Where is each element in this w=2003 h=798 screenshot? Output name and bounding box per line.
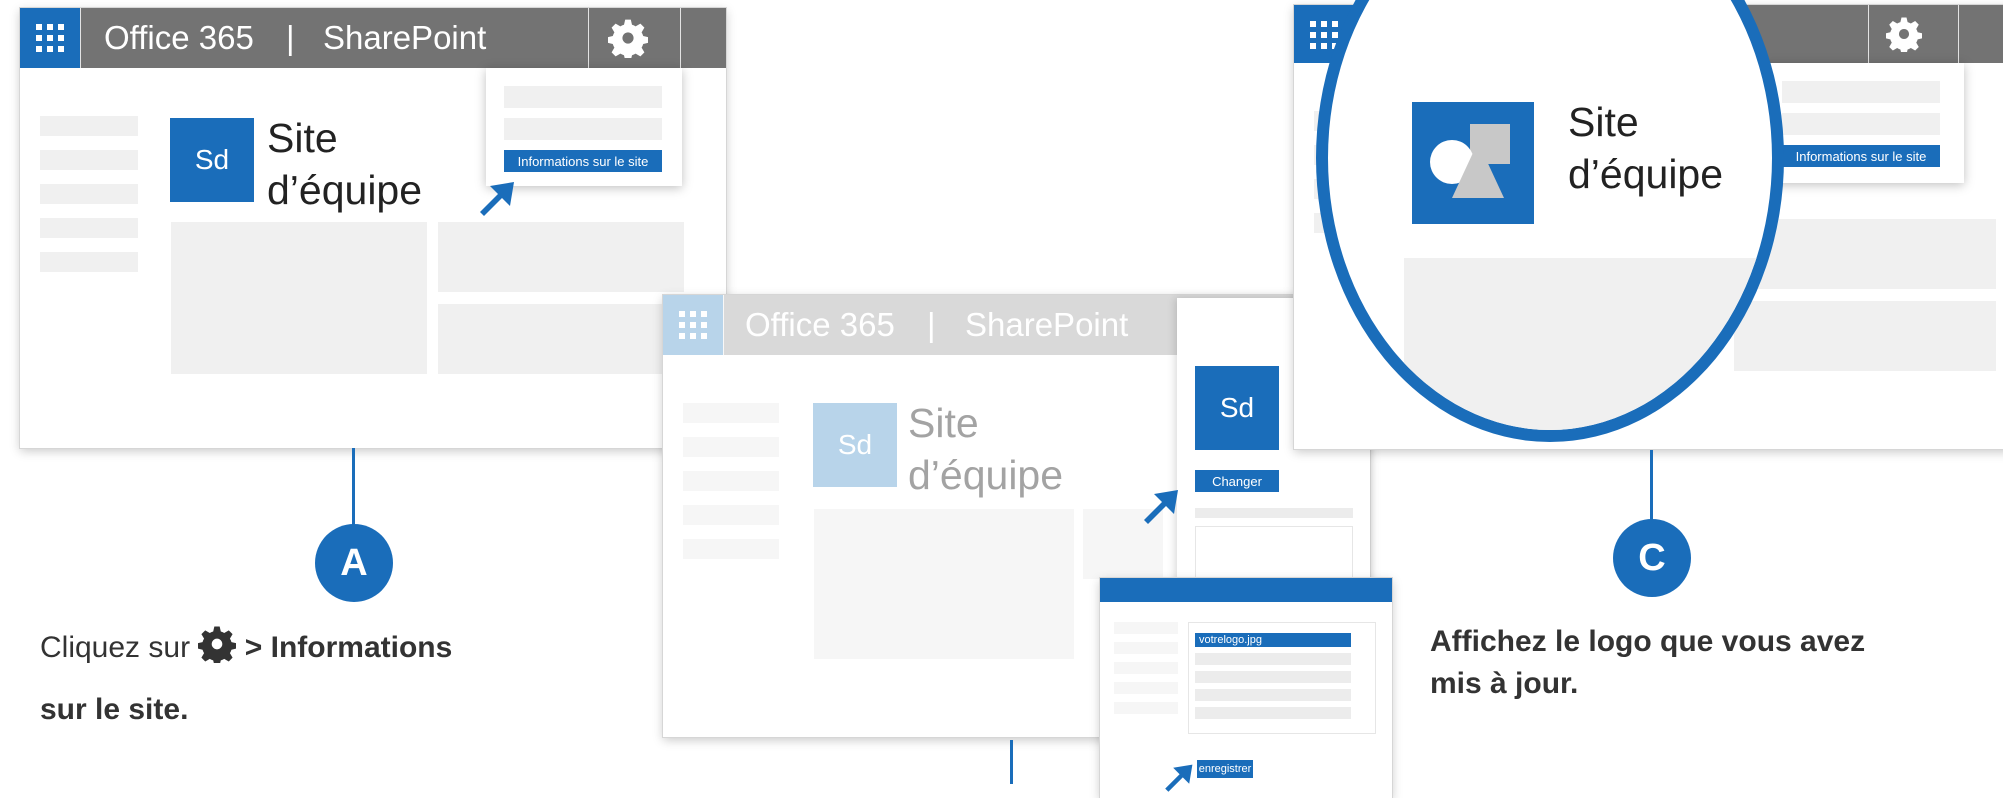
- menu-item-placeholder[interactable]: [1782, 113, 1940, 135]
- sharepoint-label[interactable]: SharePoint: [323, 8, 486, 68]
- nav-placeholder: [683, 539, 779, 559]
- dialog-header: [1100, 578, 1392, 602]
- gear-icon: [198, 623, 236, 661]
- site-logo: Sd: [170, 118, 254, 202]
- site-name: Site d’équipe: [1568, 99, 1724, 197]
- step-a-instruction: Cliquez sur > Informations sur le site.: [40, 617, 660, 741]
- sharepoint-window-a: Office 365 | SharePoint Sd Site d’équipe…: [20, 8, 726, 448]
- file-list-item[interactable]: [1195, 707, 1351, 719]
- settings-dropdown-menu: Informations sur le site: [1764, 63, 1964, 183]
- dialog-nav-placeholder: [1114, 682, 1178, 694]
- nav-placeholder: [40, 150, 138, 170]
- content-placeholder: [438, 222, 684, 292]
- step-c-instruction: Affichez le logo que vous avez mis à jou…: [1430, 625, 1866, 700]
- file-list: votrelogo.jpg: [1188, 622, 1376, 734]
- connector-line-b: [1010, 740, 1013, 784]
- settings-dropdown-menu: Informations sur le site: [486, 68, 682, 186]
- gear-icon[interactable]: [608, 18, 648, 58]
- nav-placeholder: [683, 437, 779, 457]
- header-separator: |: [927, 306, 936, 343]
- nav-placeholder: [40, 218, 138, 238]
- file-list-item[interactable]: [1195, 671, 1351, 683]
- menu-item-placeholder[interactable]: [504, 118, 662, 140]
- nav-placeholder: [683, 403, 779, 423]
- arrow-pointer-icon: [1140, 488, 1180, 528]
- panel-field-placeholder: [1195, 508, 1353, 518]
- file-list-item-selected[interactable]: votrelogo.jpg: [1195, 633, 1351, 647]
- file-list-item[interactable]: [1195, 653, 1351, 665]
- site-name: Site d’équipe: [267, 115, 423, 213]
- shapes-logo-icon: [1430, 124, 1510, 198]
- dialog-nav-placeholder: [1114, 662, 1178, 674]
- nav-placeholder: [683, 505, 779, 525]
- updated-site-logo: [1412, 102, 1534, 224]
- nav-placeholder: [40, 184, 138, 204]
- step-badge-a: A: [315, 524, 393, 602]
- waffle-icon[interactable]: [20, 8, 80, 68]
- office-365-label[interactable]: Office 365: [104, 8, 254, 68]
- site-logo-preview: Sd: [1195, 366, 1279, 450]
- site-info-menu-item[interactable]: Informations sur le site: [504, 150, 662, 172]
- nav-placeholder: [683, 471, 779, 491]
- content-placeholder: [1734, 301, 1996, 371]
- content-placeholder: [1404, 258, 1772, 430]
- save-button[interactable]: enregistrer: [1197, 760, 1253, 778]
- file-list-item[interactable]: [1195, 689, 1351, 701]
- arrow-pointer-icon: [1162, 763, 1194, 795]
- step-badge-c: C: [1613, 519, 1691, 597]
- menu-item-placeholder[interactable]: [504, 86, 662, 108]
- dialog-nav-placeholder: [1114, 622, 1178, 634]
- change-logo-button[interactable]: Changer: [1195, 470, 1279, 492]
- dialog-nav-placeholder: [1114, 702, 1178, 714]
- site-info-menu-item[interactable]: Informations sur le site: [1782, 145, 1940, 167]
- site-logo: Sd: [813, 403, 897, 487]
- file-picker-dialog: votrelogo.jpg enregistrer: [1100, 578, 1392, 798]
- arrow-pointer-icon: [476, 180, 516, 220]
- waffle-icon[interactable]: [663, 295, 723, 355]
- content-placeholder: [438, 304, 684, 374]
- dialog-nav-placeholder: [1114, 642, 1178, 654]
- site-name: Site d’équipe: [908, 400, 1064, 498]
- gear-icon[interactable]: [1886, 16, 1922, 52]
- sharepoint-label[interactable]: SharePoint: [965, 295, 1128, 355]
- content-placeholder: [814, 509, 1074, 659]
- office-365-label[interactable]: Office 365: [745, 295, 895, 355]
- nav-placeholder: [40, 116, 138, 136]
- content-placeholder: [171, 222, 427, 374]
- nav-placeholder: [40, 252, 138, 272]
- menu-item-placeholder[interactable]: [1782, 81, 1940, 103]
- header-separator: |: [286, 19, 295, 56]
- suite-header: Office 365 | SharePoint: [20, 8, 726, 68]
